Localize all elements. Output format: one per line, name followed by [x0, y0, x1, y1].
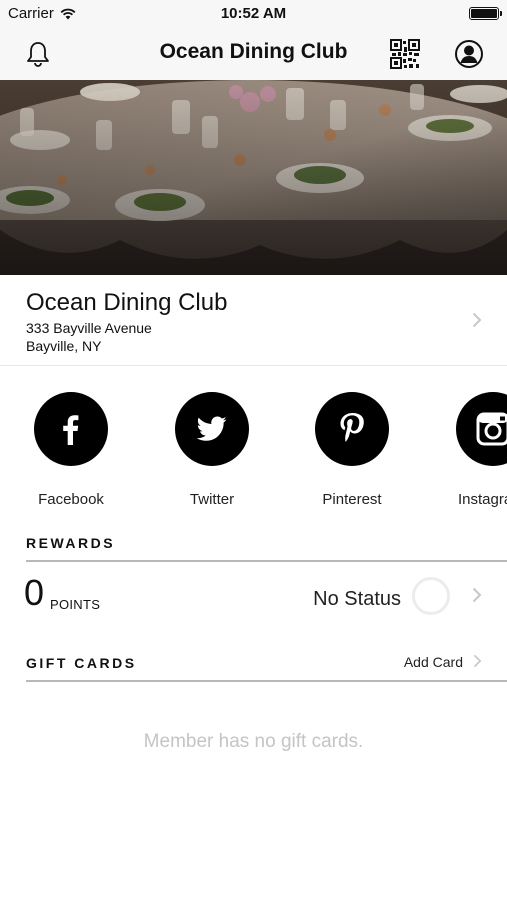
social-pinterest[interactable]: Pinterest	[302, 390, 402, 508]
venue-hero-image	[0, 80, 507, 275]
battery-level	[471, 9, 497, 18]
social-links: Facebook Twitter Pinterest Instagram	[0, 390, 507, 515]
facebook-icon	[34, 392, 108, 466]
venue-address-line1: 333 Bayville Avenue	[26, 320, 152, 336]
gift-cards-divider	[26, 680, 507, 682]
navigation-bar: Ocean Dining Club	[0, 28, 507, 80]
twitter-icon	[175, 392, 249, 466]
gift-cards-section-title: GIFT CARDS	[26, 655, 137, 671]
chevron-right-icon[interactable]	[473, 654, 482, 668]
points-value: 0	[24, 572, 45, 613]
clock: 10:52 AM	[220, 5, 287, 22]
venue-info-row[interactable]: Ocean Dining Club 333 Bayville Avenue Ba…	[0, 275, 507, 365]
social-label: Facebook	[38, 491, 104, 508]
venue-address-line2: Bayville, NY	[26, 338, 102, 354]
social-label: Instagram	[458, 491, 507, 508]
banquet-table-photo	[0, 80, 507, 275]
points-label: POINTS	[50, 597, 101, 612]
profile-icon[interactable]	[453, 38, 485, 70]
instagram-icon	[456, 392, 507, 466]
social-instagram[interactable]: Instagram	[443, 390, 507, 508]
venue-divider	[0, 365, 507, 366]
battery-tip	[499, 11, 502, 16]
page-title: Ocean Dining Club	[159, 40, 348, 63]
status-progress-ring	[412, 577, 450, 615]
social-label: Twitter	[189, 491, 235, 508]
chevron-right-icon	[472, 312, 482, 328]
empty-gift-cards-message: Member has no gift cards.	[143, 731, 364, 752]
add-card-button[interactable]: Add Card	[404, 654, 463, 670]
social-facebook[interactable]: Facebook	[21, 390, 121, 508]
qr-code-icon[interactable]	[389, 38, 421, 70]
social-label: Pinterest	[322, 491, 382, 508]
chevron-right-icon	[472, 587, 482, 603]
rewards-section-title: REWARDS	[26, 535, 116, 551]
venue-name: Ocean Dining Club	[26, 289, 228, 316]
pinterest-icon	[315, 392, 389, 466]
reward-status: No Status	[313, 588, 401, 610]
battery-icon	[469, 7, 502, 20]
status-bar: Carrier 10:52 AM	[0, 0, 507, 28]
social-twitter[interactable]: Twitter	[162, 390, 262, 508]
